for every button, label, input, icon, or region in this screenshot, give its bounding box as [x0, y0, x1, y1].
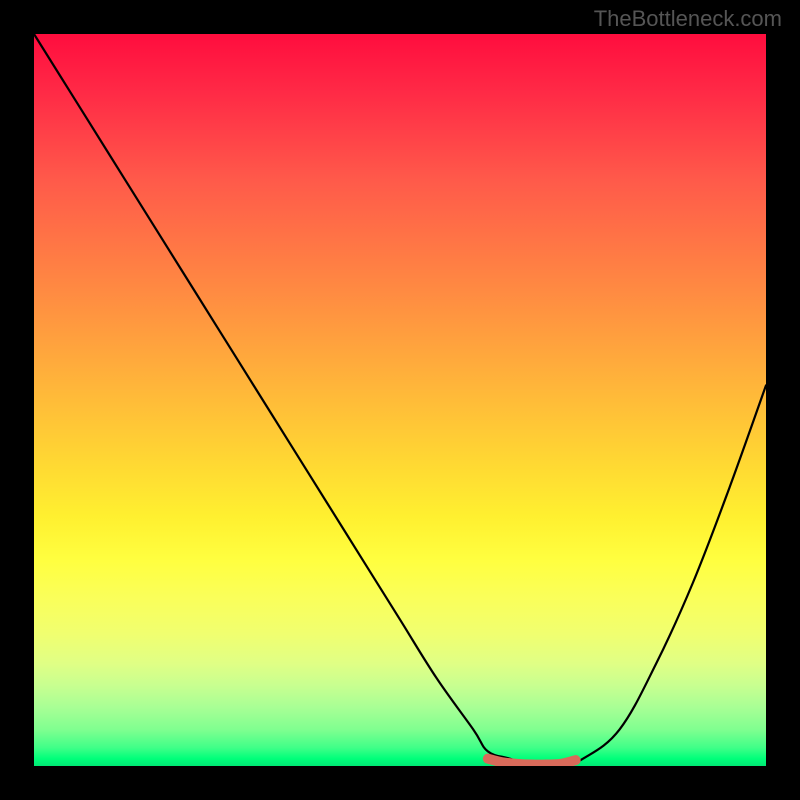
watermark-text: TheBottleneck.com	[594, 6, 782, 32]
chart-plot-area	[34, 34, 766, 766]
bottleneck-curve-line	[34, 34, 766, 766]
chart-svg	[34, 34, 766, 766]
optimal-band-line	[488, 759, 576, 765]
